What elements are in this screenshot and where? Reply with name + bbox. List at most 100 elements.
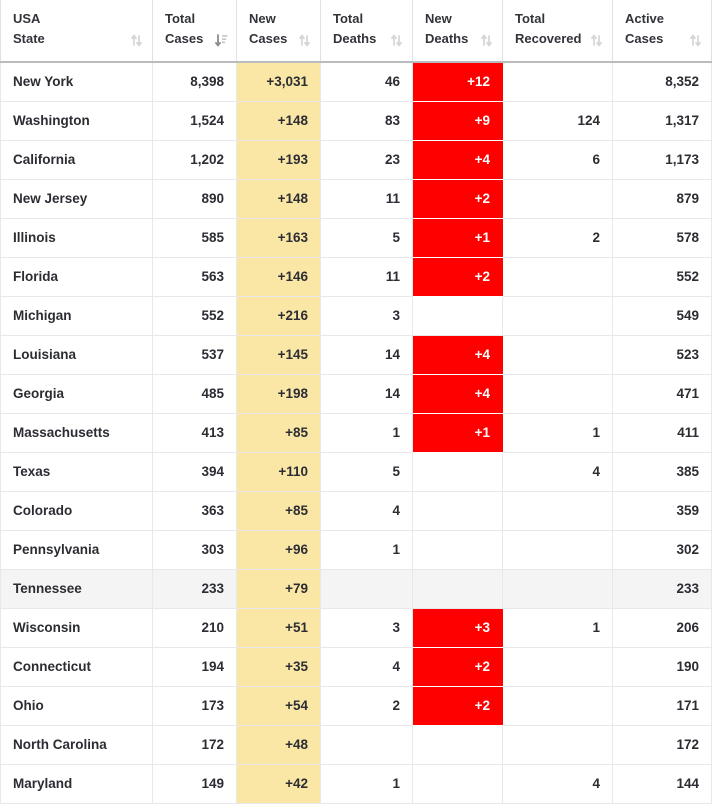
active-cases-cell: 523	[612, 335, 712, 375]
column-header-deaths-4[interactable]: New Deaths	[412, 0, 503, 63]
table-row[interactable]: North Carolina 172 +48 172	[0, 725, 712, 765]
total-deaths-cell: 1	[320, 413, 413, 453]
state-cell: Wisconsin	[0, 608, 153, 648]
table-row[interactable]: Wisconsin 210 +51 3 +3 1 206	[0, 608, 712, 648]
column-header-line1: New	[425, 11, 452, 26]
sort-both-icon[interactable]	[391, 34, 402, 47]
column-header-deaths-3[interactable]: Total Deaths	[320, 0, 413, 63]
total-recovered-cell: 4	[502, 764, 613, 804]
column-header-line2: Recovered	[515, 31, 582, 47]
active-cases-cell: 206	[612, 608, 712, 648]
new-deaths-cell	[412, 296, 503, 336]
total-recovered-cell	[502, 374, 613, 414]
total-recovered-cell	[502, 62, 613, 102]
new-cases-cell: +96	[236, 530, 321, 570]
total-deaths-cell: 5	[320, 452, 413, 492]
sort-both-icon[interactable]	[131, 34, 142, 47]
table-row[interactable]: Texas 394 +110 5 4 385	[0, 452, 712, 492]
new-cases-cell: +54	[236, 686, 321, 726]
total-deaths-cell: 3	[320, 608, 413, 648]
total-cases-cell: 1,524	[152, 101, 237, 141]
table-row[interactable]: Louisiana 537 +145 14 +4 523	[0, 335, 712, 375]
total-recovered-cell	[502, 491, 613, 531]
column-header-state-0[interactable]: USA State	[0, 0, 153, 63]
total-cases-cell: 537	[152, 335, 237, 375]
active-cases-cell: 172	[612, 725, 712, 765]
total-deaths-cell: 11	[320, 257, 413, 297]
total-deaths-cell: 4	[320, 647, 413, 687]
table-row[interactable]: Illinois 585 +163 5 +1 2 578	[0, 218, 712, 258]
table-row[interactable]: Michigan 552 +216 3 549	[0, 296, 712, 336]
state-cell: Michigan	[0, 296, 153, 336]
column-header-recovered-5[interactable]: Total Recovered	[502, 0, 613, 63]
new-cases-cell: +163	[236, 218, 321, 258]
sort-both-icon[interactable]	[591, 34, 602, 47]
column-header-line2: Cases	[625, 31, 664, 47]
column-header-line1: Active	[625, 11, 665, 26]
active-cases-cell: 411	[612, 413, 712, 453]
total-cases-cell: 363	[152, 491, 237, 531]
column-header-line2: Deaths	[425, 31, 469, 47]
table-row[interactable]: Pennsylvania 303 +96 1 302	[0, 530, 712, 570]
active-cases-cell: 578	[612, 218, 712, 258]
column-header-cases-6[interactable]: Active Cases	[612, 0, 712, 63]
table-row[interactable]: Ohio 173 +54 2 +2 171	[0, 686, 712, 726]
table-row[interactable]: Maryland 149 +42 1 4 144	[0, 764, 712, 804]
new-deaths-cell	[412, 452, 503, 492]
sort-both-icon[interactable]	[690, 34, 701, 47]
new-deaths-cell	[412, 530, 503, 570]
total-recovered-cell	[502, 179, 613, 219]
table-row[interactable]: California 1,202 +193 23 +4 6 1,173	[0, 140, 712, 180]
sort-both-icon[interactable]	[299, 34, 310, 47]
column-header-line1: New	[249, 11, 276, 26]
state-cell: Maryland	[0, 764, 153, 804]
active-cases-cell: 171	[612, 686, 712, 726]
total-deaths-cell: 46	[320, 62, 413, 102]
table-row[interactable]: New Jersey 890 +148 11 +2 879	[0, 179, 712, 219]
total-cases-cell: 1,202	[152, 140, 237, 180]
header-row: USA State Total Cases New Cases Total Deaths New…	[0, 0, 712, 63]
new-cases-cell: +48	[236, 725, 321, 765]
new-deaths-cell: +9	[412, 101, 503, 141]
new-deaths-cell: +1	[412, 218, 503, 258]
active-cases-cell: 190	[612, 647, 712, 687]
table-row[interactable]: Washington 1,524 +148 83 +9 124 1,317	[0, 101, 712, 141]
state-cell: New York	[0, 62, 153, 102]
total-recovered-cell: 4	[502, 452, 613, 492]
total-recovered-cell	[502, 530, 613, 570]
table-row[interactable]: Georgia 485 +198 14 +4 471	[0, 374, 712, 414]
state-cell: New Jersey	[0, 179, 153, 219]
total-recovered-cell: 2	[502, 218, 613, 258]
column-header-cases-1[interactable]: Total Cases	[152, 0, 237, 63]
state-cell: North Carolina	[0, 725, 153, 765]
column-header-cases-2[interactable]: New Cases	[236, 0, 321, 63]
table-row[interactable]: Florida 563 +146 11 +2 552	[0, 257, 712, 297]
state-cell: Washington	[0, 101, 153, 141]
total-cases-cell: 552	[152, 296, 237, 336]
total-cases-cell: 149	[152, 764, 237, 804]
table-header: USA State Total Cases New Cases Total Deaths New…	[0, 0, 712, 63]
active-cases-cell: 144	[612, 764, 712, 804]
table-row[interactable]: Massachusetts 413 +85 1 +1 1 411	[0, 413, 712, 453]
total-deaths-cell: 2	[320, 686, 413, 726]
sort-both-icon[interactable]	[481, 34, 492, 47]
total-cases-cell: 194	[152, 647, 237, 687]
total-deaths-cell: 1	[320, 530, 413, 570]
table-row[interactable]: Tennessee 233 +79 233	[0, 569, 712, 609]
total-cases-cell: 413	[152, 413, 237, 453]
total-recovered-cell	[502, 257, 613, 297]
sort-descending-icon[interactable]	[215, 33, 228, 47]
state-cell: Illinois	[0, 218, 153, 258]
table-row[interactable]: Connecticut 194 +35 4 +2 190	[0, 647, 712, 687]
total-recovered-cell	[502, 686, 613, 726]
total-deaths-cell: 11	[320, 179, 413, 219]
table-row[interactable]: Colorado 363 +85 4 359	[0, 491, 712, 531]
total-recovered-cell	[502, 335, 613, 375]
total-recovered-cell	[502, 569, 613, 609]
new-cases-cell: +3,031	[236, 62, 321, 102]
active-cases-cell: 471	[612, 374, 712, 414]
table-row[interactable]: New York 8,398 +3,031 46 +12 8,352	[0, 62, 712, 102]
total-deaths-cell: 23	[320, 140, 413, 180]
new-cases-cell: +42	[236, 764, 321, 804]
total-cases-cell: 303	[152, 530, 237, 570]
